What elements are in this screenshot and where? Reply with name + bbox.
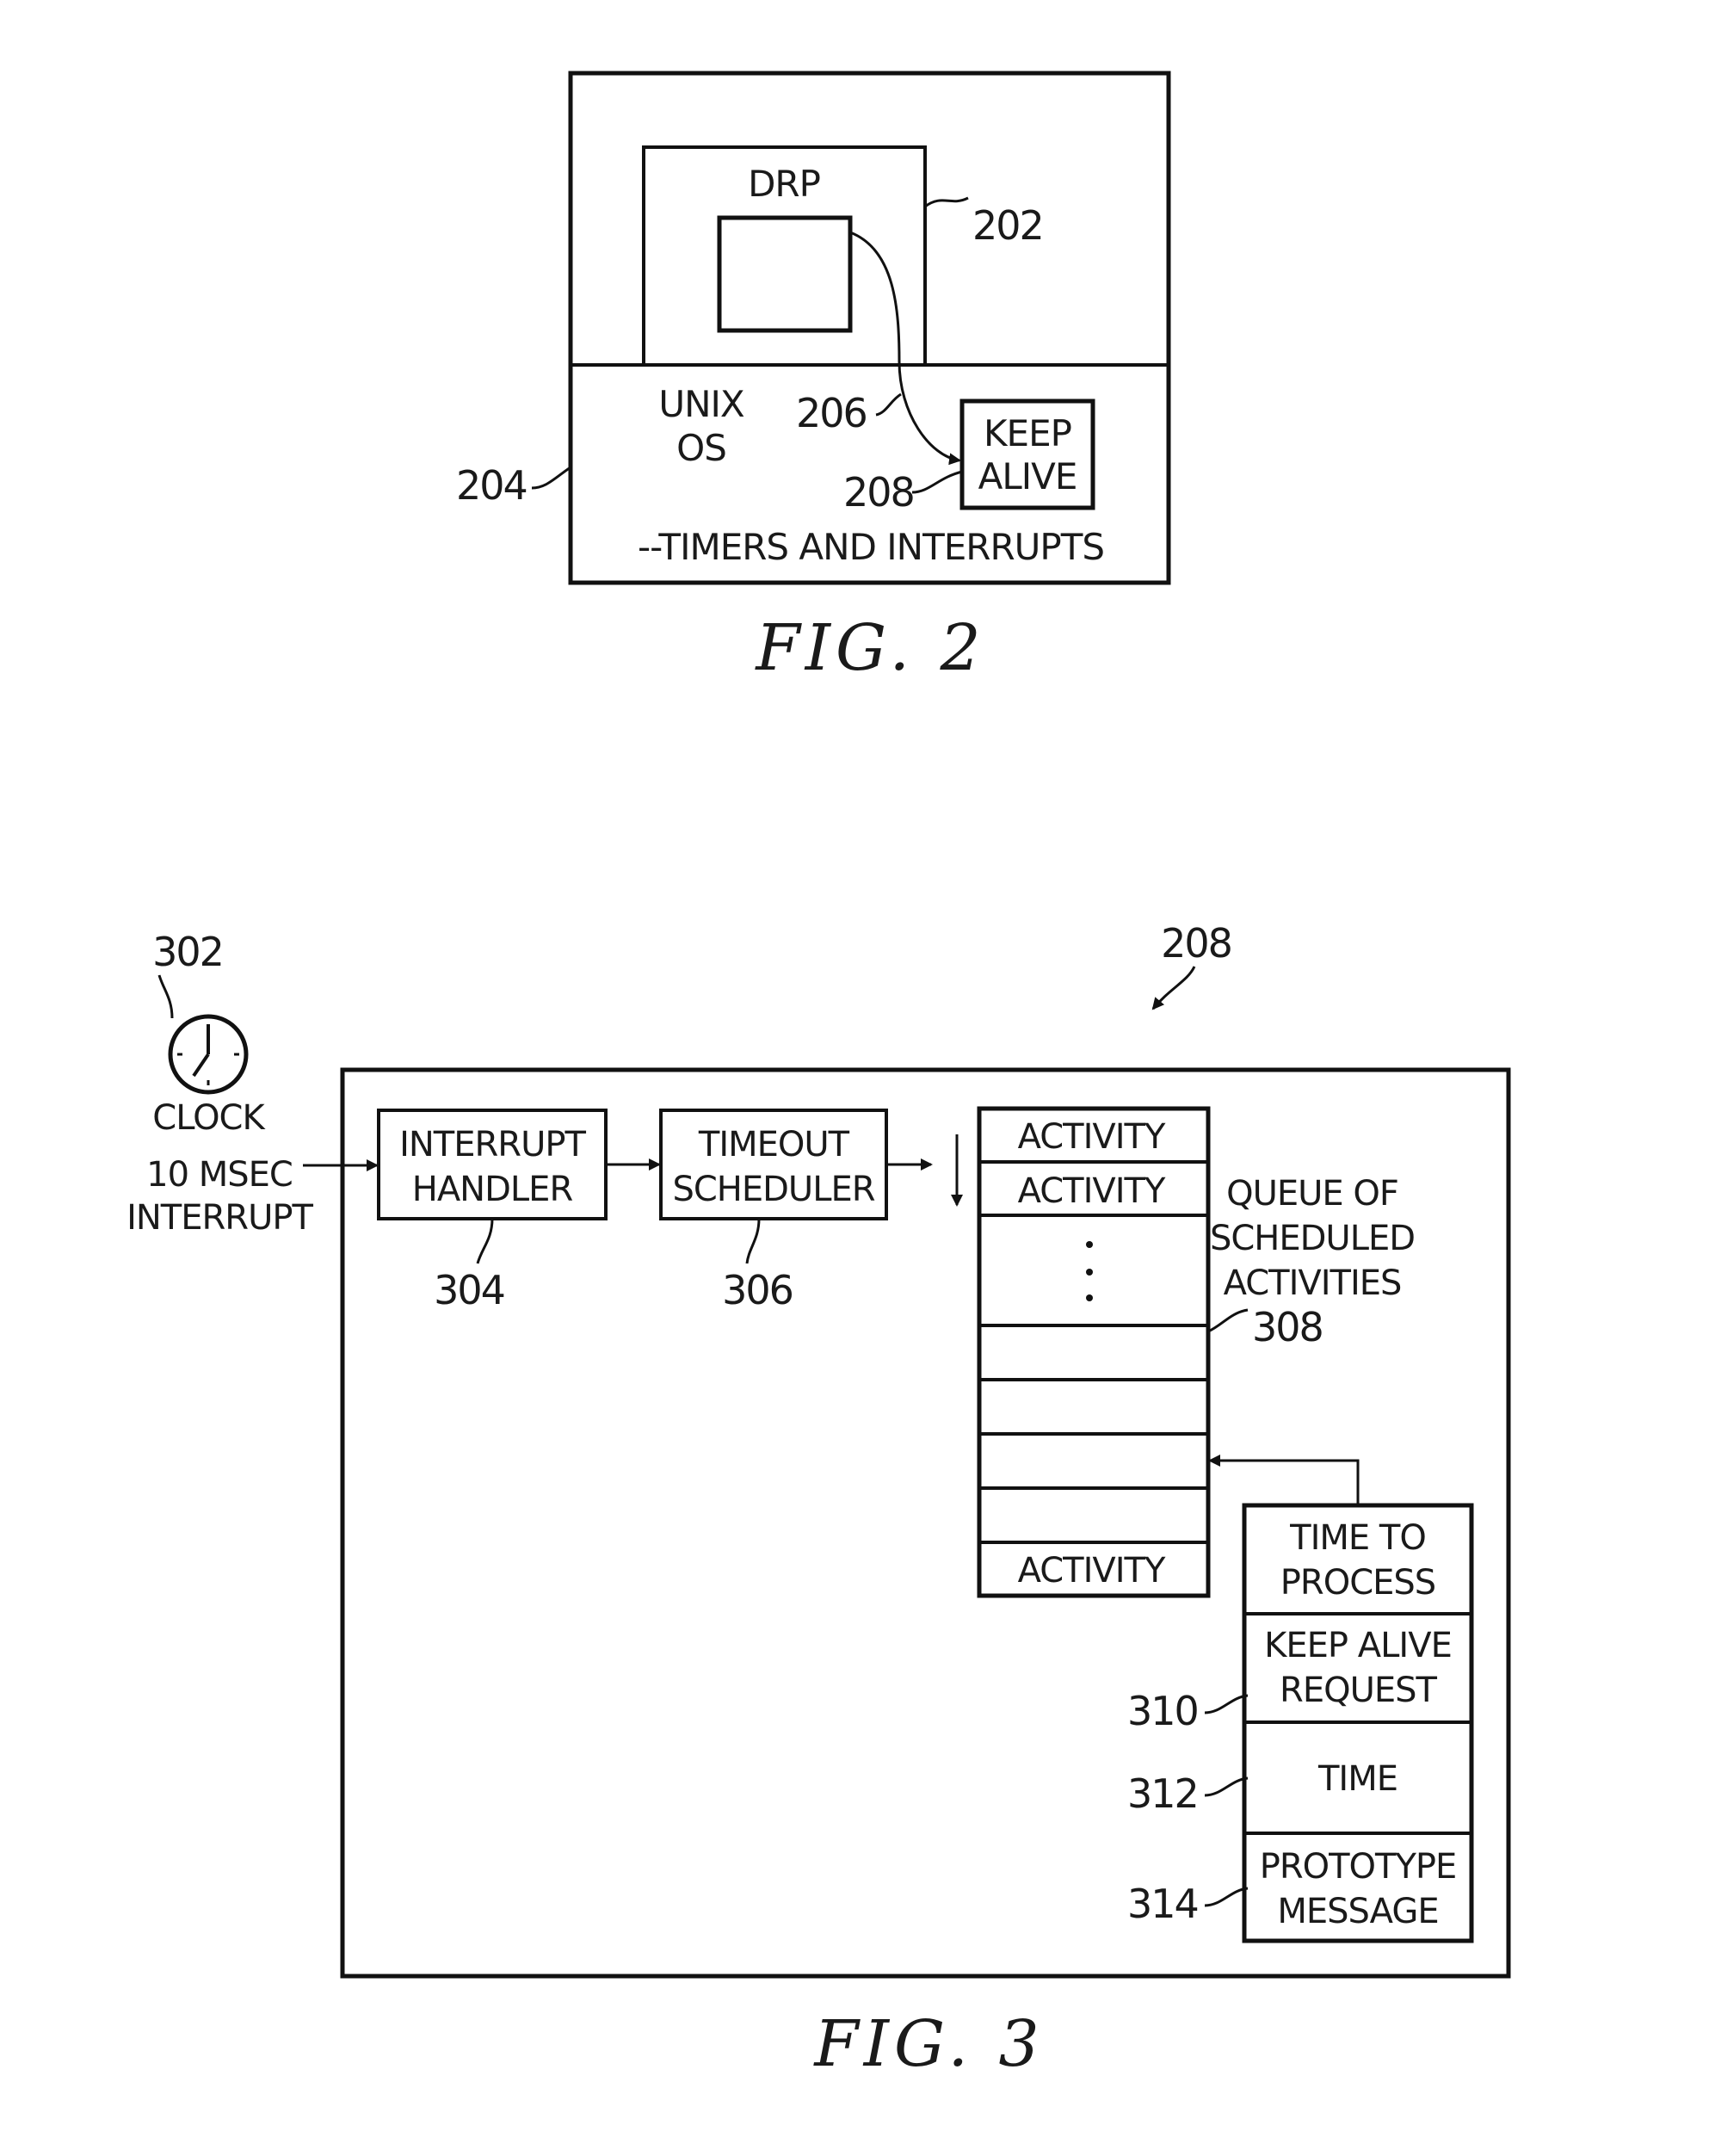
record-field-keepalive-line1: KEEP ALIVE [1264,1626,1452,1665]
ref-208-fig2: 208 [843,469,914,516]
queue-label-line1: QUEUE OF [1226,1174,1398,1214]
ref-314: 314 [1127,1881,1198,1927]
os-label-line2: OS [676,427,726,469]
interrupt-label-line2: INTERRUPT [126,1198,313,1238]
timeout-scheduler-line2: SCHEDULER [672,1170,874,1209]
activity-queue: ACTIVITY ACTIVITY ACTIVITY [977,1106,1211,1598]
patent-drawing-sheet: DRP 202 UNIX OS 204 206 KEEP ALIVE 208 -… [126,71,1511,2081]
os-label-line1: UNIX [658,383,744,425]
ref-leader-204 [531,466,571,490]
ref-304: 304 [434,1267,504,1313]
ref-312: 312 [1127,1770,1198,1817]
interrupt-handler-line1: INTERRUPT [399,1125,586,1164]
ref-306: 306 [722,1267,793,1313]
clock-icon [168,1014,249,1095]
record-field-prototype-line1: PROTOTYPE [1260,1847,1457,1887]
ellipsis-icon [1086,1241,1093,1301]
ref-310: 310 [1127,1688,1198,1734]
queue-slot: ACTIVITY [1018,1117,1166,1157]
timeout-scheduler-line1: TIMEOUT [698,1125,850,1164]
ref-leader-206 [875,392,902,417]
keepalive-label-line1: KEEP [984,412,1071,454]
ref-leader-310 [1204,1694,1249,1714]
ref-leader-202 [924,196,969,208]
ref-arrow-208-fig3 [1151,966,1196,1010]
call-arrow-206 [849,231,961,466]
ref-204: 204 [456,462,527,509]
ref-208-fig3: 208 [1161,920,1231,967]
ref-308: 308 [1252,1304,1323,1350]
ref-206: 206 [796,390,867,436]
fig2-caption: FIG. 2 [754,611,985,685]
queue-slot: ACTIVITY [1018,1171,1166,1211]
ref-202: 202 [972,202,1043,249]
ref-302: 302 [152,929,223,975]
clock-label: CLOCK [152,1098,266,1138]
drp-inner-box [717,215,853,333]
ref-leader-308 [1207,1308,1249,1333]
ref-leader-312 [1204,1776,1249,1797]
ref-leader-304 [476,1218,494,1264]
drp-label: DRP [748,163,820,205]
interrupt-label-line1: 10 MSEC [146,1155,293,1195]
record-field-time-to-process-line1: TIME TO [1289,1518,1426,1558]
timers-label: --TIMERS AND INTERRUPTS [638,526,1104,568]
keepalive-request-record: TIME TO PROCESS KEEP ALIVE REQUEST TIME … [1242,1503,1474,1943]
queue-label-line2: SCHEDULED [1210,1219,1415,1258]
ref-leader-208-fig2 [911,470,963,494]
fig3: 208 302 CLOCK 10 MSEC INTERRUPT INTERRUP… [126,920,1511,2081]
fig2: DRP 202 UNIX OS 204 206 KEEP ALIVE 208 -… [456,71,1171,685]
insert-request-arrow [1208,1455,1360,1504]
record-field-time: TIME [1317,1759,1397,1799]
ref-leader-302 [157,974,174,1019]
ref-leader-314 [1204,1887,1249,1907]
keepalive-label-line2: ALIVE [978,455,1077,497]
queue-slot: ACTIVITY [1018,1551,1166,1591]
record-field-prototype-line2: MESSAGE [1277,1892,1438,1931]
record-field-time-to-process-line2: PROCESS [1280,1563,1435,1603]
interrupt-handler-line2: HANDLER [412,1170,573,1209]
fig3-caption: FIG. 3 [812,2007,1044,2081]
queue-label-line3: ACTIVITIES [1224,1263,1402,1303]
record-field-keepalive-line2: REQUEST [1280,1671,1437,1710]
ref-leader-306 [745,1218,761,1264]
